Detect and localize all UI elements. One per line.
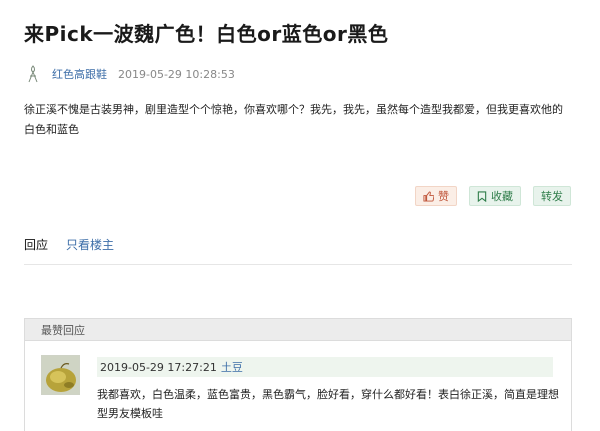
reply-username[interactable]: 土豆 [221,359,243,375]
thumbs-up-icon [423,190,434,202]
favorite-button[interactable]: 收藏 [469,186,521,206]
best-replies-panel: 最赞回应 2019-05-29 17:27:21 土豆 我都喜欢，白色温柔，蓝色… [24,318,572,431]
post-page: 来Pick一波魏广色！白色or蓝色or黑色 红色高跟鞋 2019-05-29 1… [0,0,600,431]
reply-text: 我都喜欢，白色温柔，蓝色富贵，黑色霸气，脸好看，穿什么都好看！表白徐正溪，简直是… [97,388,559,420]
post-body: 徐正溪不愧是古装男神，剧里造型个个惊艳，你喜欢哪个？我先，我先，虽然每个造型我都… [24,103,563,136]
author-name[interactable]: 红色高跟鞋 [52,66,107,82]
like-label: 赞 [438,190,449,203]
author-avatar[interactable] [24,64,42,84]
tab-reply[interactable]: 回应 [24,236,48,253]
share-label: 转发 [541,190,563,203]
bookmark-icon [477,190,487,202]
reply-timestamp: 2019-05-29 17:27:21 [100,360,217,374]
reply-avatar[interactable] [41,355,80,395]
reply-header: 2019-05-29 17:27:21 土豆 [97,357,553,377]
favorite-label: 收藏 [491,190,513,203]
tab-only-op[interactable]: 只看楼主 [66,236,114,253]
post-timestamp: 2019-05-29 10:28:53 [118,67,235,81]
share-button[interactable]: 转发 [533,186,571,206]
reply-tabs: 回应 只看楼主 [24,236,572,265]
like-button[interactable]: 赞 [415,186,457,206]
post-meta: 红色高跟鞋 2019-05-29 10:28:53 [24,62,235,86]
post-actions: 赞 收藏 转发 [403,186,571,206]
page-title: 来Pick一波魏广色！白色or蓝色or黑色 [24,22,389,46]
best-replies-header: 最赞回应 [25,319,571,341]
